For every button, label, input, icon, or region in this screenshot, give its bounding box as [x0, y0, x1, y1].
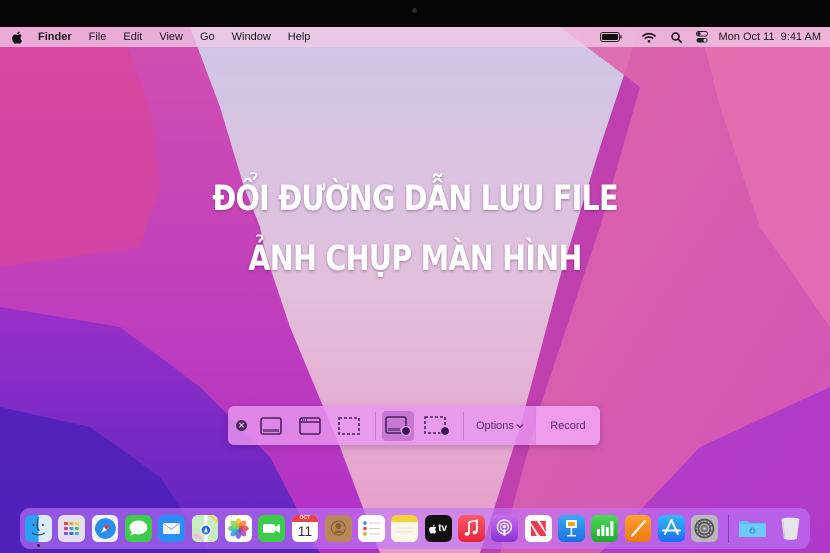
news-icon	[530, 521, 546, 536]
capture-entire-screen-button[interactable]	[255, 411, 287, 441]
dock-system-preferences[interactable]	[691, 515, 719, 542]
dock-contacts[interactable]	[324, 515, 352, 542]
options-label: Options	[476, 419, 514, 432]
toolbar-divider	[463, 411, 464, 440]
menu-edit[interactable]: Edit	[123, 31, 142, 43]
menu-view[interactable]: View	[159, 31, 183, 43]
tv-label: tv	[438, 523, 448, 534]
toolbar-divider	[375, 411, 376, 440]
capture-selected-portion-button[interactable]	[333, 411, 365, 441]
dock-news[interactable]	[524, 515, 552, 542]
menu-bar: Finder File Edit View Go Window Help Mon…	[0, 27, 830, 47]
safari-icon	[94, 518, 116, 539]
dock-photos[interactable]	[224, 515, 252, 542]
dock-mail[interactable]	[158, 515, 186, 542]
apple-tv-icon	[429, 524, 437, 534]
apple-logo-icon[interactable]	[10, 30, 24, 44]
notes-icon	[395, 527, 415, 533]
maps-icon	[191, 515, 219, 542]
desktop: Finder File Edit View Go Window Help Mon…	[0, 27, 830, 553]
options-dropdown[interactable]: Options	[470, 406, 535, 445]
messages-icon	[129, 520, 148, 536]
calendar-day: 11	[297, 523, 313, 539]
gear-icon	[694, 518, 715, 539]
mail-icon	[162, 522, 181, 534]
dock-divider	[727, 514, 729, 543]
downloads-folder-icon	[738, 521, 766, 537]
launchpad-icon	[64, 522, 80, 535]
trash-icon	[781, 517, 800, 540]
numbers-icon	[597, 521, 614, 536]
app-store-icon	[661, 519, 681, 535]
keynote-icon	[565, 520, 577, 537]
dock-trash[interactable]	[777, 515, 804, 542]
dock-safari[interactable]	[91, 515, 119, 542]
dock-podcasts[interactable]	[491, 515, 519, 542]
facetime-icon	[263, 524, 281, 533]
control-center-icon[interactable]	[696, 27, 709, 47]
dock-music[interactable]	[458, 515, 485, 542]
record-entire-screen-button[interactable]	[382, 410, 414, 441]
menu-app-name[interactable]: Finder	[38, 31, 72, 43]
record-selection-icon	[424, 415, 450, 436]
dock-launchpad[interactable]	[58, 515, 86, 542]
contacts-icon	[330, 520, 346, 536]
finder-icon	[31, 516, 46, 536]
chevron-down-icon	[516, 423, 524, 428]
wallpaper	[0, 27, 830, 553]
dock: OCT 11 tv	[20, 508, 810, 549]
dock-notes[interactable]	[391, 515, 419, 542]
close-icon[interactable]: ✕	[236, 420, 247, 431]
menu-file[interactable]: File	[89, 31, 107, 43]
dock-app-store[interactable]	[657, 515, 685, 542]
dock-messages[interactable]	[124, 515, 152, 542]
dock-calendar[interactable]: OCT 11	[291, 515, 319, 542]
finder-running-indicator	[37, 544, 40, 547]
search-icon[interactable]	[671, 27, 683, 47]
dock-facetime[interactable]	[258, 515, 285, 542]
battery-icon[interactable]	[600, 27, 623, 47]
headline-line-2: ẢNH CHỤP MÀN HÌNH	[248, 239, 582, 279]
window-icon	[299, 416, 321, 435]
record-screen-icon	[385, 415, 411, 436]
dock-pages[interactable]	[624, 515, 652, 542]
dock-downloads[interactable]	[737, 515, 768, 542]
headline-line-1: ĐỔI ĐƯỜNG DẪN LƯU FILE	[212, 179, 618, 219]
capture-selected-window-button[interactable]	[294, 411, 326, 441]
dock-tv[interactable]: tv	[424, 515, 452, 542]
podcasts-icon	[497, 519, 513, 536]
dock-numbers[interactable]	[591, 515, 619, 542]
calendar-month: OCT	[291, 515, 319, 522]
dock-maps[interactable]	[191, 515, 219, 542]
screenshot-toolbar: ✕ Options Record	[228, 406, 600, 445]
screen-icon	[260, 416, 282, 435]
menu-go[interactable]: Go	[200, 31, 215, 43]
menu-window[interactable]: Window	[232, 31, 271, 43]
pages-icon	[630, 519, 646, 538]
dock-reminders[interactable]	[358, 515, 385, 542]
dock-keynote[interactable]	[558, 515, 585, 542]
wifi-icon[interactable]	[642, 27, 657, 47]
music-icon	[464, 519, 478, 536]
record-selected-portion-button[interactable]	[421, 411, 453, 441]
menu-clock[interactable]: Mon Oct 11 9:41 AM	[718, 31, 821, 43]
reminders-icon	[363, 521, 380, 536]
menu-help[interactable]: Help	[288, 31, 311, 43]
dock-finder[interactable]	[25, 515, 52, 542]
selection-icon	[338, 416, 360, 435]
record-button[interactable]: Record	[534, 406, 600, 445]
camera-icon	[412, 8, 417, 13]
screen-bezel	[0, 0, 830, 27]
photos-icon	[227, 518, 249, 539]
